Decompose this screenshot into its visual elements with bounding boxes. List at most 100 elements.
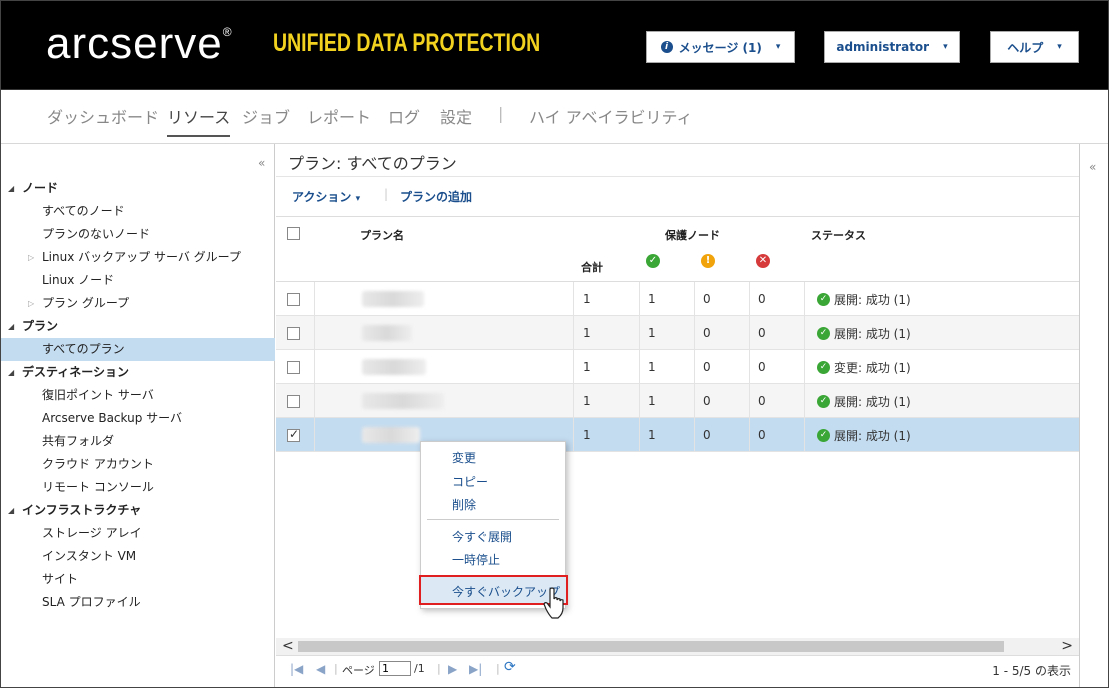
arcserve-logo: arcserve® bbox=[46, 19, 233, 68]
tree-item[interactable]: 復旧ポイント サーバ bbox=[0, 384, 275, 407]
redacted-plan-name bbox=[362, 291, 424, 307]
column-divider bbox=[694, 316, 695, 350]
table-row[interactable]: 1 1 0 0 ✓ 展開: 成功 (1) bbox=[276, 384, 1079, 418]
messages-button[interactable]: i メッセージ (1) ▾ bbox=[646, 31, 795, 63]
last-page-icon[interactable]: ▶| bbox=[469, 662, 482, 676]
next-page-icon[interactable]: ▶ bbox=[448, 662, 457, 676]
column-divider bbox=[573, 384, 574, 418]
col-plan-name[interactable]: プラン名 bbox=[360, 227, 404, 243]
pager-separator: | bbox=[334, 662, 338, 675]
tree-item[interactable]: サイト bbox=[0, 568, 275, 591]
collapse-left-icon[interactable]: « bbox=[258, 156, 265, 170]
page-number-input[interactable] bbox=[379, 661, 411, 676]
tree-collapsed-icon[interactable]: ▷ bbox=[28, 246, 34, 269]
tree-item[interactable]: リモート コンソール bbox=[0, 476, 275, 499]
tree-item[interactable]: 共有フォルダ bbox=[0, 430, 275, 453]
select-all-checkbox[interactable] bbox=[287, 227, 300, 240]
row-checkbox[interactable] bbox=[287, 293, 300, 306]
column-divider bbox=[804, 316, 805, 350]
col-protected-nodes: 保護ノード bbox=[665, 229, 720, 242]
table-row[interactable]: 1 1 0 0 ✓ 展開: 成功 (1) bbox=[276, 316, 1079, 350]
column-divider bbox=[749, 418, 750, 452]
cell-err: 0 bbox=[758, 360, 766, 374]
column-divider bbox=[749, 316, 750, 350]
tree-item[interactable]: インスタント VM bbox=[0, 545, 275, 568]
column-divider bbox=[694, 418, 695, 452]
nav-separator: | bbox=[498, 104, 504, 123]
help-button[interactable]: ヘルプ ▾ bbox=[990, 31, 1079, 63]
table-row[interactable]: 1 1 0 0 ✓ 展開: 成功 (1) bbox=[276, 282, 1079, 316]
tree-item[interactable]: クラウド アカウント bbox=[0, 453, 275, 476]
row-checkbox[interactable] bbox=[287, 327, 300, 340]
prev-page-icon[interactable]: ◀ bbox=[316, 662, 325, 676]
cell-err: 0 bbox=[758, 428, 766, 442]
scroll-left-icon[interactable]: < bbox=[282, 638, 294, 655]
menu-item-delete[interactable]: 削除 bbox=[452, 496, 476, 513]
cell-ok: 1 bbox=[648, 428, 656, 442]
col-total[interactable]: 合計 bbox=[581, 259, 603, 275]
table-row[interactable]: 1 1 0 0 ✓ 変更: 成功 (1) bbox=[276, 350, 1079, 384]
tab-resources[interactable]: リソース bbox=[167, 104, 231, 137]
user-menu-button[interactable]: administrator ▾ bbox=[824, 31, 960, 63]
redacted-plan-name bbox=[362, 393, 444, 409]
chevron-down-icon: ▾ bbox=[775, 42, 781, 52]
tree-expanded-icon[interactable]: ◢ bbox=[8, 361, 14, 384]
refresh-icon[interactable]: ⟳ bbox=[504, 659, 516, 675]
tab-logs[interactable]: ログ bbox=[388, 104, 420, 128]
cell-err: 0 bbox=[758, 292, 766, 306]
menu-item-modify[interactable]: 変更 bbox=[452, 449, 476, 466]
grid-header: プラン名 保護ノード ステータス 合計 ✓ ! ✕ bbox=[276, 216, 1079, 282]
expand-right-icon[interactable]: « bbox=[1089, 160, 1096, 174]
tree-category[interactable]: ◢ インフラストラクチャ bbox=[0, 499, 275, 522]
tree-item[interactable]: SLA プロファイル bbox=[0, 591, 275, 614]
pager-separator: | bbox=[496, 662, 500, 675]
add-plan-button[interactable]: プランの追加 bbox=[400, 188, 472, 205]
column-divider bbox=[314, 350, 315, 384]
tab-dashboard[interactable]: ダッシュボード bbox=[47, 104, 159, 128]
tree-expanded-icon[interactable]: ◢ bbox=[8, 177, 14, 200]
success-icon: ✓ bbox=[817, 293, 830, 306]
action-menu-button[interactable]: アクション ▾ bbox=[292, 188, 360, 205]
tree-expanded-icon[interactable]: ◢ bbox=[8, 499, 14, 522]
success-icon: ✓ bbox=[817, 361, 830, 374]
tab-reports[interactable]: レポート bbox=[307, 104, 371, 128]
tree-category[interactable]: ◢ プラン bbox=[0, 315, 275, 338]
tree-item[interactable]: プランのないノード bbox=[0, 223, 275, 246]
tab-jobs[interactable]: ジョブ bbox=[242, 104, 290, 128]
horizontal-scrollbar[interactable]: < > bbox=[276, 638, 1079, 655]
left-tree-panel: « ◢ ノード すべてのノード プランのないノード ▷ Linux バックアップ サーバ … bbox=[0, 144, 275, 688]
status-text: 展開: 成功 (1) bbox=[834, 429, 911, 443]
column-divider bbox=[573, 418, 574, 452]
row-checkbox[interactable] bbox=[287, 361, 300, 374]
tree-collapsed-icon[interactable]: ▷ bbox=[28, 292, 34, 315]
tree-item[interactable]: Arcserve Backup サーバ bbox=[0, 407, 275, 430]
col-status[interactable]: ステータス bbox=[811, 227, 866, 243]
tree-item[interactable]: Linux ノード bbox=[0, 269, 275, 292]
tree-item-label: ストレージ アレイ bbox=[42, 526, 142, 540]
tree-item-label: インフラストラクチャ bbox=[22, 503, 142, 517]
row-checkbox[interactable] bbox=[287, 395, 300, 408]
tree-item[interactable]: ▷ プラン グループ bbox=[0, 292, 275, 315]
table-row[interactable]: 1 1 0 0 ✓ 展開: 成功 (1) bbox=[276, 418, 1079, 452]
tree-category[interactable]: ◢ デスティネーション bbox=[0, 361, 275, 384]
tree-item-label: サイト bbox=[42, 572, 79, 586]
menu-item-deploy-now[interactable]: 今すぐ展開 bbox=[452, 528, 512, 545]
tree-category[interactable]: ◢ ノード bbox=[0, 177, 275, 200]
column-divider bbox=[694, 384, 695, 418]
tree-item-label: Linux バックアップ サーバ グループ bbox=[42, 250, 241, 264]
tree-item[interactable]: すべてのノード bbox=[0, 200, 275, 223]
menu-item-copy[interactable]: コピー bbox=[452, 473, 488, 490]
tree-item[interactable]: すべてのプラン bbox=[0, 338, 275, 361]
tree-item[interactable]: ストレージ アレイ bbox=[0, 522, 275, 545]
tree-expanded-icon[interactable]: ◢ bbox=[8, 315, 14, 338]
scrollbar-thumb[interactable] bbox=[298, 641, 1004, 652]
first-page-icon[interactable]: |◀ bbox=[290, 662, 303, 676]
tree-item-label: Linux ノード bbox=[42, 273, 115, 287]
warning-icon: ! bbox=[701, 254, 715, 268]
tab-high-availability[interactable]: ハイ アベイラビリティ bbox=[529, 104, 693, 128]
menu-item-pause[interactable]: 一時停止 bbox=[452, 551, 500, 568]
tab-settings[interactable]: 設定 bbox=[440, 104, 472, 128]
scroll-right-icon[interactable]: > bbox=[1061, 638, 1073, 655]
row-checkbox[interactable] bbox=[287, 427, 300, 442]
tree-item[interactable]: ▷ Linux バックアップ サーバ グループ bbox=[0, 246, 275, 269]
